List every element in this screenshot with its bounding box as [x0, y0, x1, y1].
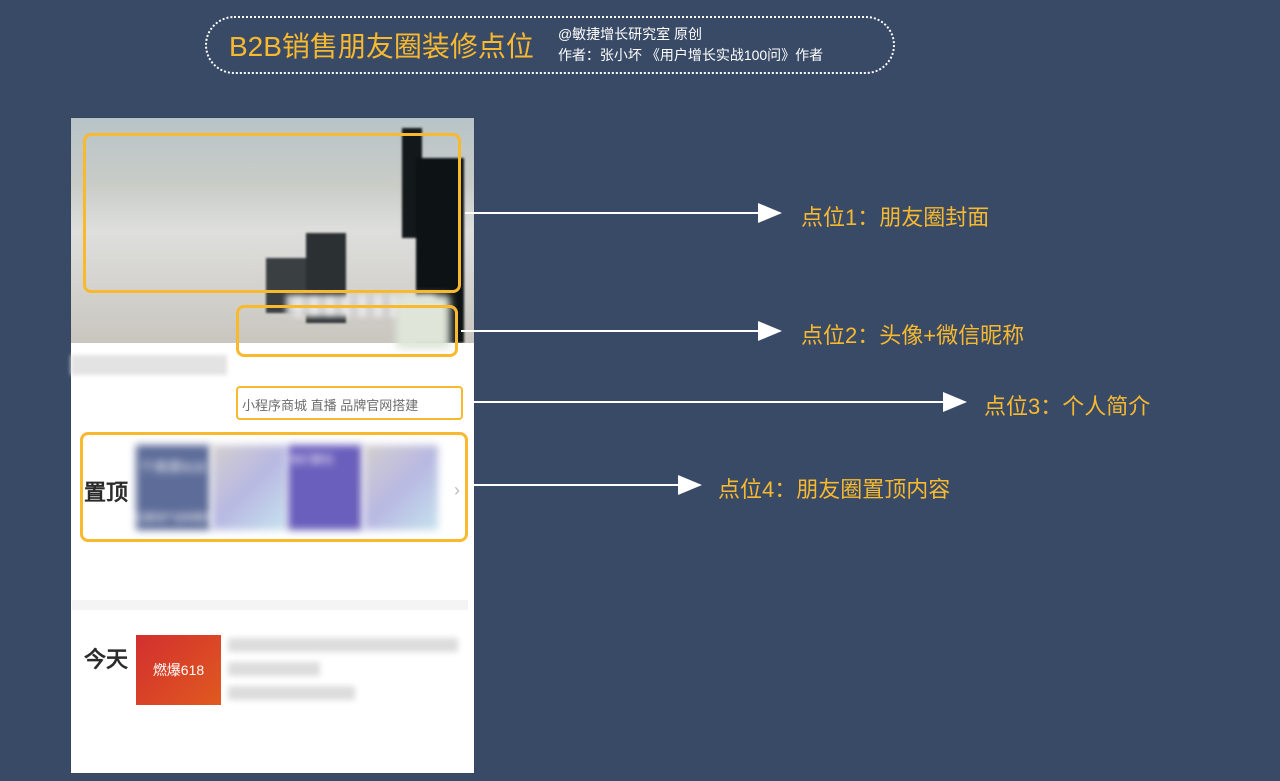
header-box: B2B销售朋友圈装修点位 @敏捷增长研究室 原创 作者：张小坏 《用户增长实战1…	[205, 16, 895, 74]
chevron-right-icon: ›	[454, 480, 460, 501]
callout-4: 点位4：朋友圈置顶内容	[718, 472, 950, 504]
nickname-avatar-area	[236, 305, 458, 355]
grey-blur-bar	[71, 355, 227, 375]
pin-thumb-1	[136, 445, 210, 530]
credit-line-1: @敏捷增长研究室 原创	[558, 24, 823, 45]
today-thumb: 燃爆618	[136, 635, 221, 705]
slide-credit: @敏捷增长研究室 原创 作者：张小坏 《用户增长实战100问》作者	[558, 24, 823, 66]
pinned-area: 置顶 他们都在 ›	[72, 435, 468, 540]
today-area: 今天 燃爆618	[72, 600, 468, 760]
today-blur-lines	[228, 638, 458, 710]
credit-line-2: 作者：张小坏 《用户增长实战100问》作者	[558, 45, 823, 66]
today-label: 今天	[84, 642, 128, 674]
pin-thumb-2	[212, 445, 286, 530]
callout-1: 点位1：朋友圈封面	[801, 200, 989, 232]
callout-3: 点位3：个人简介	[984, 389, 1150, 421]
avatar	[396, 295, 450, 349]
pin-thumb-3: 他们都在	[288, 445, 362, 530]
bio-text: 小程序商城 直播 品牌官网搭建	[236, 389, 463, 419]
slide-title: B2B销售朋友圈装修点位	[229, 25, 534, 65]
pin-thumbnails: 他们都在	[136, 445, 438, 530]
pin-thumb-4	[364, 445, 438, 530]
bio-text-value: 小程序商城 直播 品牌官网搭建	[242, 395, 418, 414]
callout-2: 点位2：头像+微信昵称	[801, 318, 1024, 350]
pin-label: 置顶	[84, 475, 128, 507]
